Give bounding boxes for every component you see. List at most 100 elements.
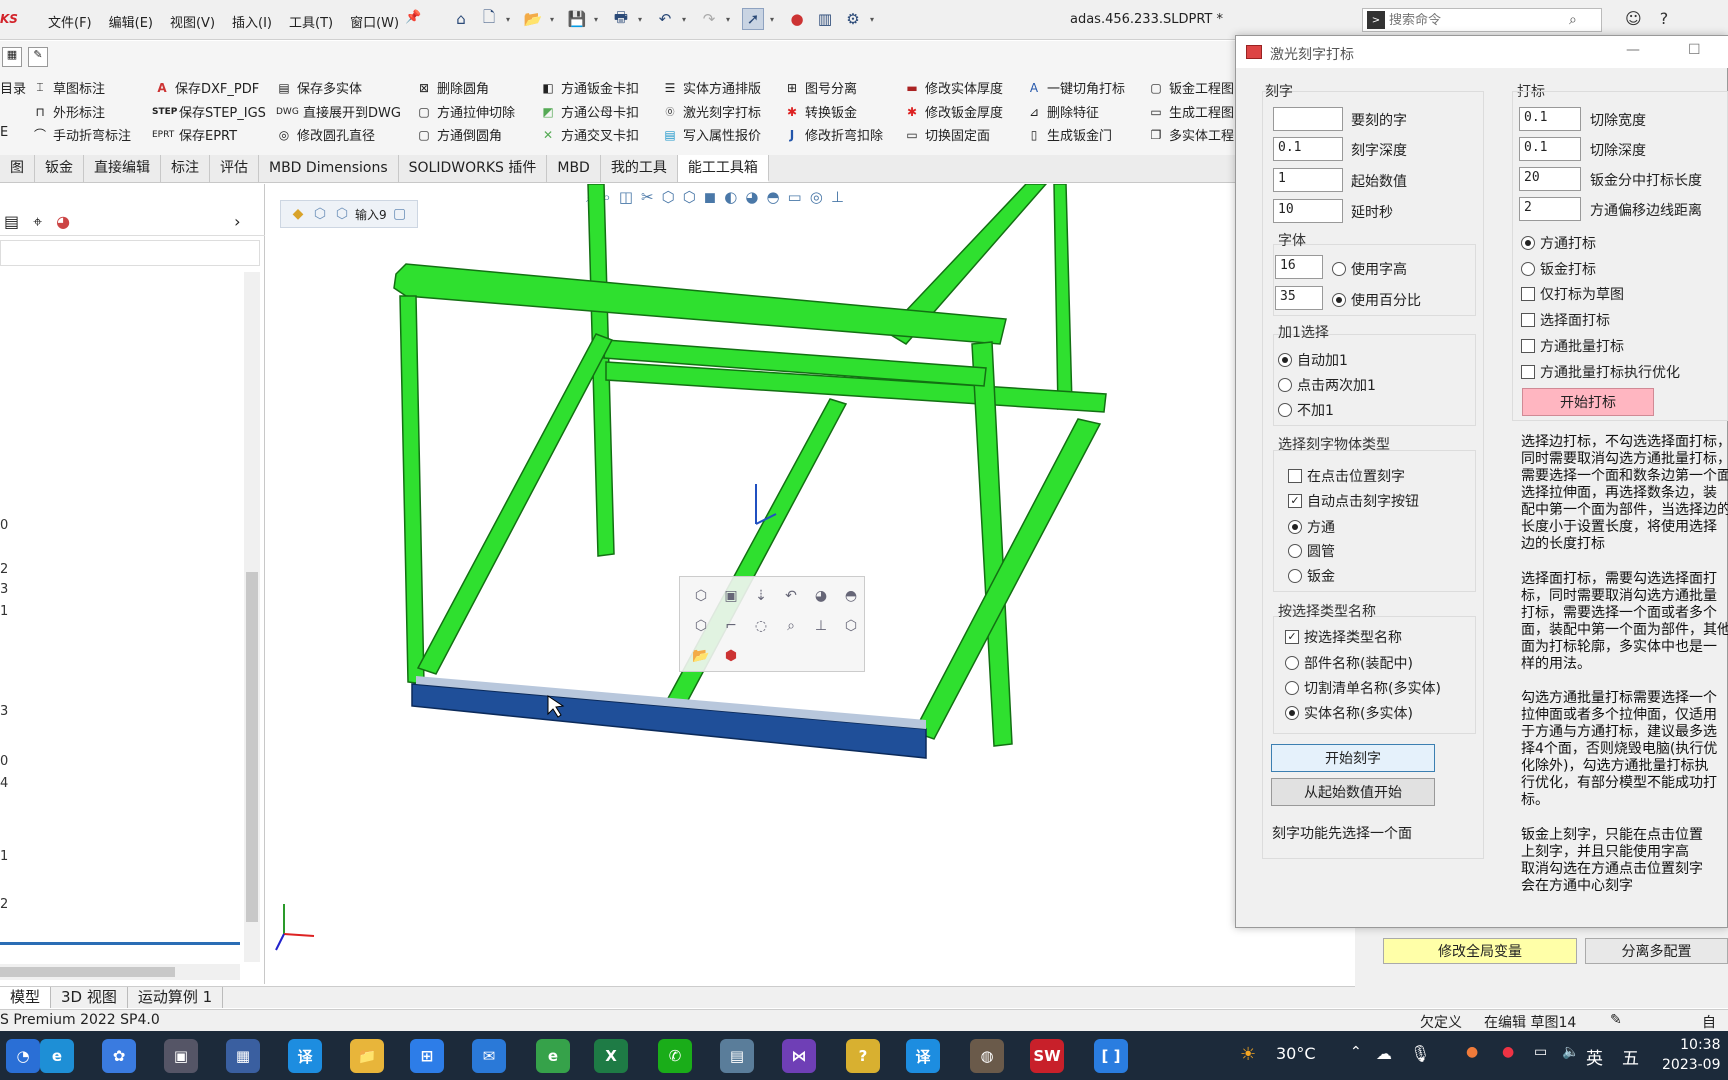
tab-direct-edit[interactable]: 直接编辑 — [84, 155, 161, 182]
isolate-icon[interactable]: ⬡ — [836, 611, 866, 641]
folder-icon[interactable]: 📁 — [350, 1039, 384, 1073]
type-tube-radio[interactable]: 方通 — [1288, 517, 1335, 537]
excel-icon[interactable]: X — [594, 1039, 628, 1073]
edit-feature-icon[interactable]: ⬡ — [686, 581, 716, 611]
graphics-viewport[interactable]: ◆ ⬡ ⬡ 输入9 ▢ ⌕ ⌕ ◫ ✂ ⬡ ⬡ ◼ ◐ ◕ ◓ ▭ ◎ ⊥ — [266, 184, 1234, 984]
start-engrave-button[interactable]: 开始刻字 — [1271, 744, 1435, 772]
cut-width-field[interactable]: 0.1 — [1519, 107, 1581, 131]
engrave-text-field[interactable] — [1273, 107, 1343, 131]
tray-app-icon[interactable]: ● — [1502, 1044, 1514, 1060]
ribbon-modify-sheet-thickness[interactable]: ✱ 修改钣金厚度 — [904, 102, 1003, 122]
ribbon-delete-fillet[interactable]: ⊠ 删除圆角 — [416, 78, 489, 98]
app-icon[interactable]: ◔ — [6, 1039, 40, 1073]
no-plus-one-radio[interactable]: 不加1 — [1278, 400, 1334, 420]
new-file-icon[interactable]: 🗋 — [478, 8, 500, 30]
user-icon[interactable]: ☺ — [1625, 9, 1642, 28]
bracket-app-icon[interactable]: [ ] — [1094, 1039, 1128, 1073]
print-icon[interactable]: 🖶 — [610, 8, 632, 30]
toolbar-edit-icon[interactable]: ✎ — [28, 47, 48, 67]
tree-item[interactable]: 3 — [0, 704, 8, 719]
split-configurations-button[interactable]: 分离多配置 — [1585, 938, 1728, 964]
ribbon-modify-bend-deduction[interactable]: J 修改折弯扣除 — [784, 125, 883, 145]
tree-horizontal-scrollbar[interactable] — [0, 964, 240, 980]
tab-mbd[interactable]: MBD — [547, 155, 601, 182]
ribbon-manual-bend-dim[interactable]: ⌒ 手动折弯标注 — [32, 125, 131, 144]
chevron-up-icon[interactable]: ⌃ — [1350, 1044, 1362, 1060]
tree-item[interactable]: 4 — [0, 776, 8, 791]
batch-tube-mark-checkbox[interactable]: 方通批量打标 — [1521, 336, 1624, 356]
edge-icon[interactable]: e — [40, 1039, 74, 1073]
ribbon-tube-nesting[interactable]: ☰ 实体方通排版 — [662, 78, 761, 98]
face-mark-checkbox[interactable]: 选择面打标 — [1521, 310, 1610, 330]
help-tool-icon[interactable]: ? — [846, 1039, 880, 1073]
sheet-mark-length-field[interactable]: 20 — [1519, 167, 1581, 191]
normal-to-icon[interactable]: ⬡ — [686, 611, 716, 641]
network-icon[interactable]: ▭ — [1534, 1044, 1547, 1060]
sheet-mark-radio[interactable]: 钣金打标 — [1521, 259, 1596, 279]
redo-icon[interactable]: ↷ — [698, 8, 720, 30]
ribbon-modify-hole[interactable]: ◎ 修改圆孔直径 — [276, 125, 375, 145]
toolbar-sheet-icon[interactable]: ▦ — [2, 47, 22, 67]
weather-icon[interactable]: ☀ — [1240, 1044, 1256, 1065]
cutlist-name-radio[interactable]: 切割清单名称(多实体) — [1285, 678, 1441, 698]
click-twice-plus-one-radio[interactable]: 点击两次加1 — [1278, 375, 1376, 395]
delay-field[interactable]: 10 — [1273, 199, 1343, 223]
tree-item[interactable]: 2 — [0, 897, 8, 912]
from-start-value-button[interactable]: 从起始数值开始 — [1271, 778, 1435, 806]
config-manager-icon[interactable]: ⌖ — [33, 212, 42, 232]
menu-window[interactable]: 窗口(W) — [350, 12, 399, 31]
menu-view[interactable]: 视图(V) — [170, 12, 215, 31]
font-height-field[interactable]: 16 — [1275, 255, 1323, 279]
minimize-icon[interactable]: — — [1626, 42, 1640, 58]
tree-item[interactable]: 2 — [0, 562, 8, 577]
chevron-down-icon[interactable]: ▾ — [682, 15, 692, 24]
ribbon-modify-body-thickness[interactable]: ▬ 修改实体厚度 — [904, 78, 1003, 98]
undo-icon[interactable]: ↶ — [776, 581, 806, 611]
frame-post-front-left[interactable] — [399, 295, 425, 685]
tree-vertical-scrollbar[interactable] — [244, 272, 260, 962]
ribbon-catalog[interactable]: 目录 — [0, 78, 26, 97]
tree-item[interactable]: 1 — [0, 604, 8, 619]
tab-motion-study[interactable]: 运动算例 1 — [128, 987, 224, 1008]
type-sheet-radio[interactable]: 钣金 — [1288, 566, 1335, 586]
tree-item[interactable]: 1 — [0, 849, 8, 864]
tab-model[interactable]: 模型 — [0, 987, 52, 1008]
ribbon-one-click-chamfer-mark[interactable]: A 一键切角打标 — [1026, 78, 1125, 98]
open-folder-icon[interactable]: 📂 — [522, 8, 544, 30]
tab-evaluate[interactable]: 评估 — [210, 155, 259, 182]
ribbon-write-quote[interactable]: ▤ 写入属性报价 — [662, 125, 761, 145]
tree-filter[interactable] — [0, 240, 260, 266]
ribbon-generate-sheet-door[interactable]: ▯ 生成钣金门 — [1026, 125, 1112, 145]
ribbon-generate-drawing[interactable]: ▭ 生成工程图 — [1148, 102, 1234, 122]
auto-click-engrave-checkbox[interactable]: ✓ 自动点击刻字按钮 — [1288, 491, 1419, 511]
use-percent-radio[interactable]: 使用百分比 — [1332, 290, 1421, 310]
zoom-selection-icon[interactable]: ⌕ — [776, 611, 806, 641]
ribbon-save-dxf-pdf[interactable]: A 保存DXF_PDF — [154, 78, 259, 98]
font-percent-field[interactable]: 35 — [1275, 286, 1323, 310]
ribbon-tube-extrude-cut[interactable]: ▢ 方通拉伸切除 — [416, 102, 515, 122]
tab-3d-view[interactable]: 3D 视图 — [51, 987, 128, 1008]
chevron-down-icon[interactable]: ▾ — [770, 15, 780, 24]
file-properties-icon[interactable]: ▥ — [814, 8, 836, 30]
appearance-icon[interactable]: ◕ — [806, 581, 836, 611]
rollback-icon[interactable]: ⇣ — [746, 581, 776, 611]
property-manager-icon[interactable]: ▤ — [4, 212, 19, 231]
ribbon-switch-fixed-face[interactable]: ▭ 切换固定面 — [904, 125, 990, 145]
frame-post-back-right[interactable] — [1053, 184, 1073, 411]
home-icon[interactable]: ⌂ — [450, 8, 472, 30]
material-icon[interactable]: ⬢ — [716, 641, 746, 671]
store-icon[interactable]: ⊞ — [410, 1039, 444, 1073]
ribbon-sheet-drawing[interactable]: ▢ 钣金工程图 — [1148, 78, 1234, 98]
ribbon-drawing-split[interactable]: ⊞ 图号分离 — [784, 78, 857, 98]
menu-edit[interactable]: 编辑(E) — [109, 12, 153, 31]
browser-icon[interactable]: e — [536, 1039, 570, 1073]
open-part-icon[interactable]: 📂 — [686, 641, 716, 671]
menu-insert[interactable]: 插入(I) — [232, 12, 272, 31]
tree-item[interactable]: 3 — [0, 582, 8, 597]
translate-icon[interactable]: 译 — [288, 1039, 322, 1073]
wechat-icon[interactable]: ✆ — [658, 1039, 692, 1073]
engrave-depth-field[interactable]: 0.1 — [1273, 137, 1343, 161]
batch-tube-mark-optimize-checkbox[interactable]: 方通批量打标执行优化 — [1521, 362, 1680, 382]
ime-mode[interactable]: 五 — [1622, 1044, 1639, 1069]
weather-temp[interactable]: 30°C — [1276, 1044, 1316, 1063]
